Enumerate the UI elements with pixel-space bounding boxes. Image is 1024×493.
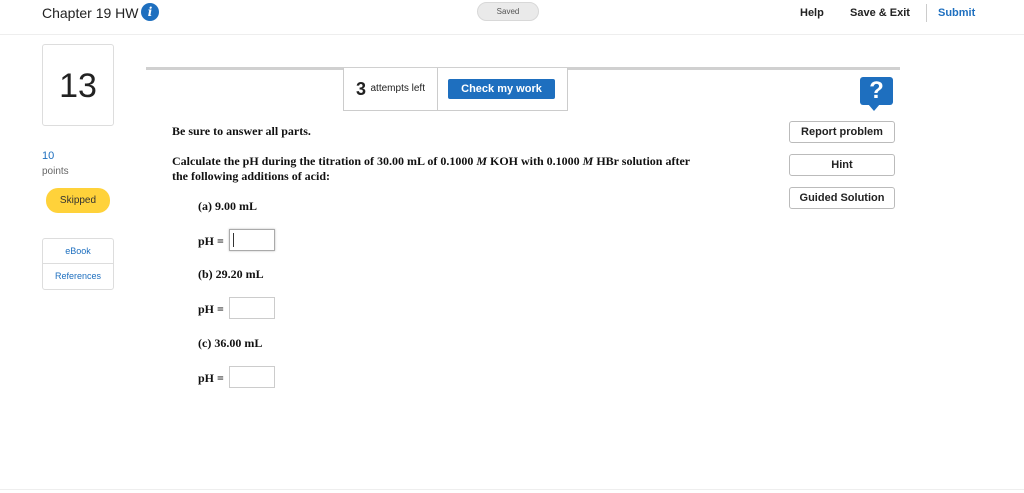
attempts-indicator: 3 attempts left [343, 68, 438, 111]
header-rule [0, 34, 1024, 35]
check-work-container: Check my work [437, 68, 568, 111]
part-a-answer-label: pH = [198, 234, 224, 248]
part-c-answer-label: pH = [198, 371, 224, 385]
attempts-label: attempts left [370, 83, 425, 94]
header-divider [926, 4, 927, 22]
part-a-label: (a) 9.00 mL [198, 199, 257, 213]
ebook-link[interactable]: eBook [43, 239, 113, 264]
points-label: points [42, 166, 69, 177]
text-caret [233, 233, 234, 247]
part-a-ph-input[interactable] [229, 229, 275, 251]
references-link[interactable]: References [43, 264, 113, 289]
save-status-badge: Saved [477, 2, 539, 21]
report-problem-button[interactable]: Report problem [789, 121, 895, 143]
molarity-symbol: M [582, 154, 594, 168]
resources-panel: eBook References [42, 238, 114, 290]
top-bar: Chapter 19 HW i Saved Help Save & Exit S… [0, 0, 1024, 28]
help-link[interactable]: Help [800, 7, 824, 19]
instruction-text: Be sure to answer all parts. [172, 124, 311, 138]
save-exit-link[interactable]: Save & Exit [850, 7, 910, 19]
hint-button[interactable]: Hint [789, 154, 895, 176]
footer-rule [0, 489, 1024, 490]
part-c-ph-input[interactable] [229, 366, 275, 388]
prompt-text: Calculate the pH during the titration of… [172, 154, 477, 168]
prompt-text: KOH with 0.1000 [487, 154, 583, 168]
status-badge: Skipped [46, 188, 110, 213]
part-b-answer-label: pH = [198, 302, 224, 316]
part-b-label: (b) 29.20 mL [198, 267, 264, 281]
guided-solution-button[interactable]: Guided Solution [789, 187, 895, 209]
info-icon[interactable]: i [141, 3, 159, 21]
part-b-ph-input[interactable] [229, 297, 275, 319]
prompt-text: HBr solution after [593, 154, 691, 168]
points-value: 10 [42, 150, 55, 162]
question-help-icon[interactable]: ? [860, 77, 893, 111]
attempts-count: 3 [356, 79, 367, 99]
check-my-work-button[interactable]: Check my work [448, 79, 555, 99]
prompt-text: the following additions of acid: [172, 169, 331, 183]
question-number: 13 [42, 44, 114, 126]
question-prompt: Calculate the pH during the titration of… [172, 154, 762, 184]
submit-link[interactable]: Submit [938, 7, 975, 19]
part-c-label: (c) 36.00 mL [198, 336, 263, 350]
assignment-title: Chapter 19 HW [42, 5, 139, 21]
molarity-symbol: M [476, 154, 487, 168]
